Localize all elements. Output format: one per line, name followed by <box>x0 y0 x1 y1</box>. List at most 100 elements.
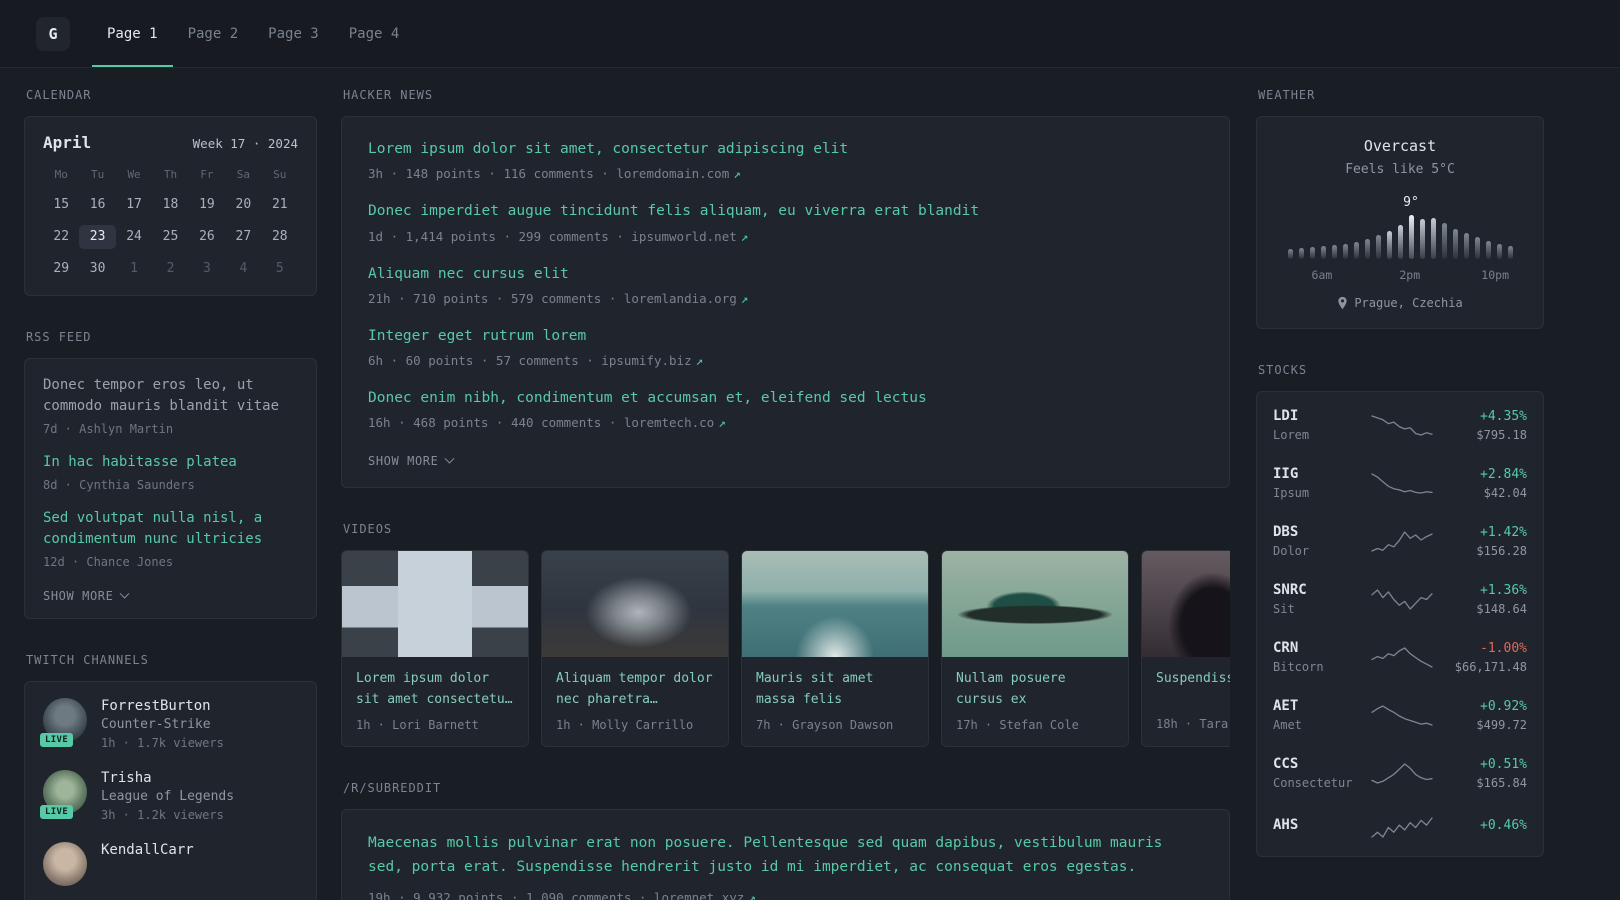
hn-story-meta-text: 3h · 148 points · 116 comments · loremdo… <box>368 166 730 182</box>
calendar-month: April <box>43 133 92 152</box>
calendar-day: 30 <box>89 261 106 276</box>
calendar-day-outside: 4 <box>239 261 248 276</box>
tab-page-2[interactable]: Page 2 <box>173 0 254 67</box>
stock-row[interactable]: LDI Lorem +4.35% $795.18 <box>1257 396 1543 454</box>
calendar-week-year: Week 17 · 2024 <box>192 136 298 151</box>
calendar-day: 22 <box>53 229 70 244</box>
stock-symbol: AET <box>1273 698 1299 714</box>
reddit-post-link[interactable]: Maecenas mollis pulvinar erat non posuer… <box>368 832 1203 880</box>
stock-change: +4.35% <box>1480 408 1527 424</box>
twitch-channel[interactable]: LIVE Trisha League of Legends 3h · 1.2k … <box>40 770 298 822</box>
hn-story-meta: 16h · 468 points · 440 comments · loremt… <box>368 415 1203 430</box>
subreddit-section: /R/SUBREDDIT Maecenas mollis pulvinar er… <box>341 781 1230 900</box>
channel-name[interactable]: Trisha <box>101 770 234 786</box>
calendar-day: 20 <box>235 197 252 212</box>
stock-row[interactable]: CRN Bitcorn -1.00% $66,171.48 <box>1257 628 1543 686</box>
weather-location: Prague, Czechia <box>1273 296 1527 310</box>
tab-page-4[interactable]: Page 4 <box>334 0 415 67</box>
hn-story-meta: 3h · 148 points · 116 comments · loremdo… <box>368 166 1203 181</box>
video-title-link[interactable]: Nullam posuere cursus ex <box>956 669 1114 709</box>
stock-symbol: CRN <box>1273 640 1299 656</box>
stock-row[interactable]: CCS Consectetur +0.51% $165.84 <box>1257 744 1543 802</box>
reddit-post-meta: 19h · 9,932 points · 1,090 comments · lo… <box>368 890 1203 900</box>
hn-story-link[interactable]: Donec enim nibh, condimentum et accumsan… <box>368 388 1203 408</box>
rss-item-link[interactable]: Sed volutpat nulla nisl, a condimentum n… <box>43 508 298 550</box>
hn-story-link[interactable]: Integer eget rutrum lorem <box>368 326 1203 346</box>
video-card[interactable]: Suspendisse diam 18h · Tara <box>1141 550 1230 747</box>
avatar <box>43 842 87 886</box>
video-title-link[interactable]: Suspendisse diam <box>1156 669 1230 709</box>
stock-row[interactable]: AHS +0.46% <box>1257 802 1543 852</box>
stock-sparkline <box>1369 760 1435 786</box>
hn-show-more-button[interactable]: SHOW MORE <box>368 453 455 468</box>
channel-name[interactable]: KendallCarr <box>101 842 194 858</box>
stock-sparkline <box>1369 412 1435 438</box>
external-link-icon[interactable]: ↗ <box>733 166 741 181</box>
video-thumbnail[interactable] <box>342 551 528 658</box>
chevron-down-icon <box>119 588 130 599</box>
videos-section: VIDEOS Lorem ipsum dolor sit amet consec… <box>341 522 1230 747</box>
subreddit-widget: Maecenas mollis pulvinar erat non posuer… <box>341 808 1230 900</box>
video-thumbnail[interactable] <box>942 551 1128 658</box>
external-link-icon[interactable]: ↗ <box>696 353 704 368</box>
external-link-icon[interactable]: ↗ <box>718 415 726 430</box>
video-meta: 7h · Grayson Dawson <box>756 717 894 732</box>
rss-show-more-button[interactable]: SHOW MORE <box>43 588 130 603</box>
rss-item-link[interactable]: In hac habitasse platea <box>43 452 298 473</box>
time-label: 6am <box>1311 268 1333 282</box>
stock-change: +1.36% <box>1480 582 1527 598</box>
stock-row[interactable]: AET Amet +0.92% $499.72 <box>1257 686 1543 744</box>
calendar-day: 19 <box>199 197 215 212</box>
rss-item-link[interactable]: Donec tempor eros leo, ut commodo mauris… <box>43 375 298 417</box>
rss-section-title: RSS FEED <box>26 330 92 344</box>
stock-row[interactable]: DBS Dolor +1.42% $156.28 <box>1257 512 1543 570</box>
video-meta: 1h · Molly Carrillo <box>556 717 694 732</box>
external-link-icon[interactable]: ↗ <box>748 890 756 900</box>
hn-story-link[interactable]: Lorem ipsum dolor sit amet, consectetur … <box>368 139 1203 159</box>
hn-story-link[interactable]: Aliquam nec cursus elit <box>368 264 1203 284</box>
right-column: WEATHER Overcast Feels like 5°C 9° 6am 2… <box>1256 88 1544 900</box>
video-thumbnail[interactable] <box>742 551 928 658</box>
rss-item: Donec tempor eros leo, ut commodo mauris… <box>43 375 298 436</box>
stock-row[interactable]: SNRC Sit +1.36% $148.64 <box>1257 570 1543 628</box>
stock-symbol: CCS <box>1273 756 1299 772</box>
video-title-link[interactable]: Mauris sit amet massa felis <box>756 669 914 709</box>
twitch-channel[interactable]: KendallCarr <box>43 842 298 886</box>
tab-page-3[interactable]: Page 3 <box>253 0 334 67</box>
hn-story-meta-text: 16h · 468 points · 440 comments · loremt… <box>368 415 715 431</box>
rss-widget: Donec tempor eros leo, ut commodo mauris… <box>24 358 317 619</box>
stock-price: $66,171.48 <box>1454 659 1527 674</box>
stock-symbol: AHS <box>1273 817 1299 833</box>
video-card[interactable]: Mauris sit amet massa felis 7h · Grayson… <box>741 550 929 747</box>
stock-price: $795.18 <box>1476 427 1527 442</box>
video-thumbnail[interactable] <box>1142 551 1230 658</box>
twitch-channel[interactable]: LIVE ForrestBurton Counter-Strike 1h · 1… <box>40 698 298 750</box>
video-card[interactable]: Aliquam tempor dolor nec pharetra… 1h · … <box>541 550 729 747</box>
hn-story-meta-text: 21h · 710 points · 579 comments · loreml… <box>368 290 737 306</box>
stock-sparkline <box>1369 470 1435 496</box>
weather-hourly-bar-chart: 9° <box>1278 195 1522 259</box>
external-link-icon[interactable]: ↗ <box>741 291 749 306</box>
app-logo[interactable]: G <box>36 16 70 51</box>
video-title-link[interactable]: Aliquam tempor dolor nec pharetra… <box>556 669 714 709</box>
hn-story: Donec imperdiet augue tincidunt felis al… <box>368 201 1203 243</box>
external-link-icon[interactable]: ↗ <box>741 229 749 244</box>
video-card[interactable]: Nullam posuere cursus ex 17h · Stefan Co… <box>941 550 1129 747</box>
hn-story-link[interactable]: Donec imperdiet augue tincidunt felis al… <box>368 201 1203 221</box>
tab-page-1[interactable]: Page 1 <box>92 0 173 67</box>
weekday-header: Sa <box>236 168 250 181</box>
weather-condition: Overcast <box>1363 137 1437 155</box>
rss-item: In hac habitasse platea 8d · Cynthia Sau… <box>43 452 298 492</box>
calendar-day-outside: 3 <box>203 261 211 276</box>
weather-section-title: WEATHER <box>1258 88 1316 102</box>
channel-viewers: 3h · 1.2k viewers <box>101 808 224 822</box>
video-thumbnail[interactable] <box>542 551 728 658</box>
channel-name[interactable]: ForrestBurton <box>101 698 224 714</box>
stock-row[interactable]: IIG Ipsum +2.84% $42.04 <box>1257 454 1543 512</box>
video-card[interactable]: Lorem ipsum dolor sit amet consectetu… 1… <box>341 550 529 747</box>
video-title-link[interactable]: Lorem ipsum dolor sit amet consectetu… <box>356 669 514 709</box>
twitch-section: TWITCH CHANNELS LIVE ForrestBurton Count… <box>24 653 317 900</box>
calendar-day: 18 <box>162 197 179 212</box>
stock-price: $42.04 <box>1483 485 1527 500</box>
location-pin-icon <box>1338 296 1347 310</box>
